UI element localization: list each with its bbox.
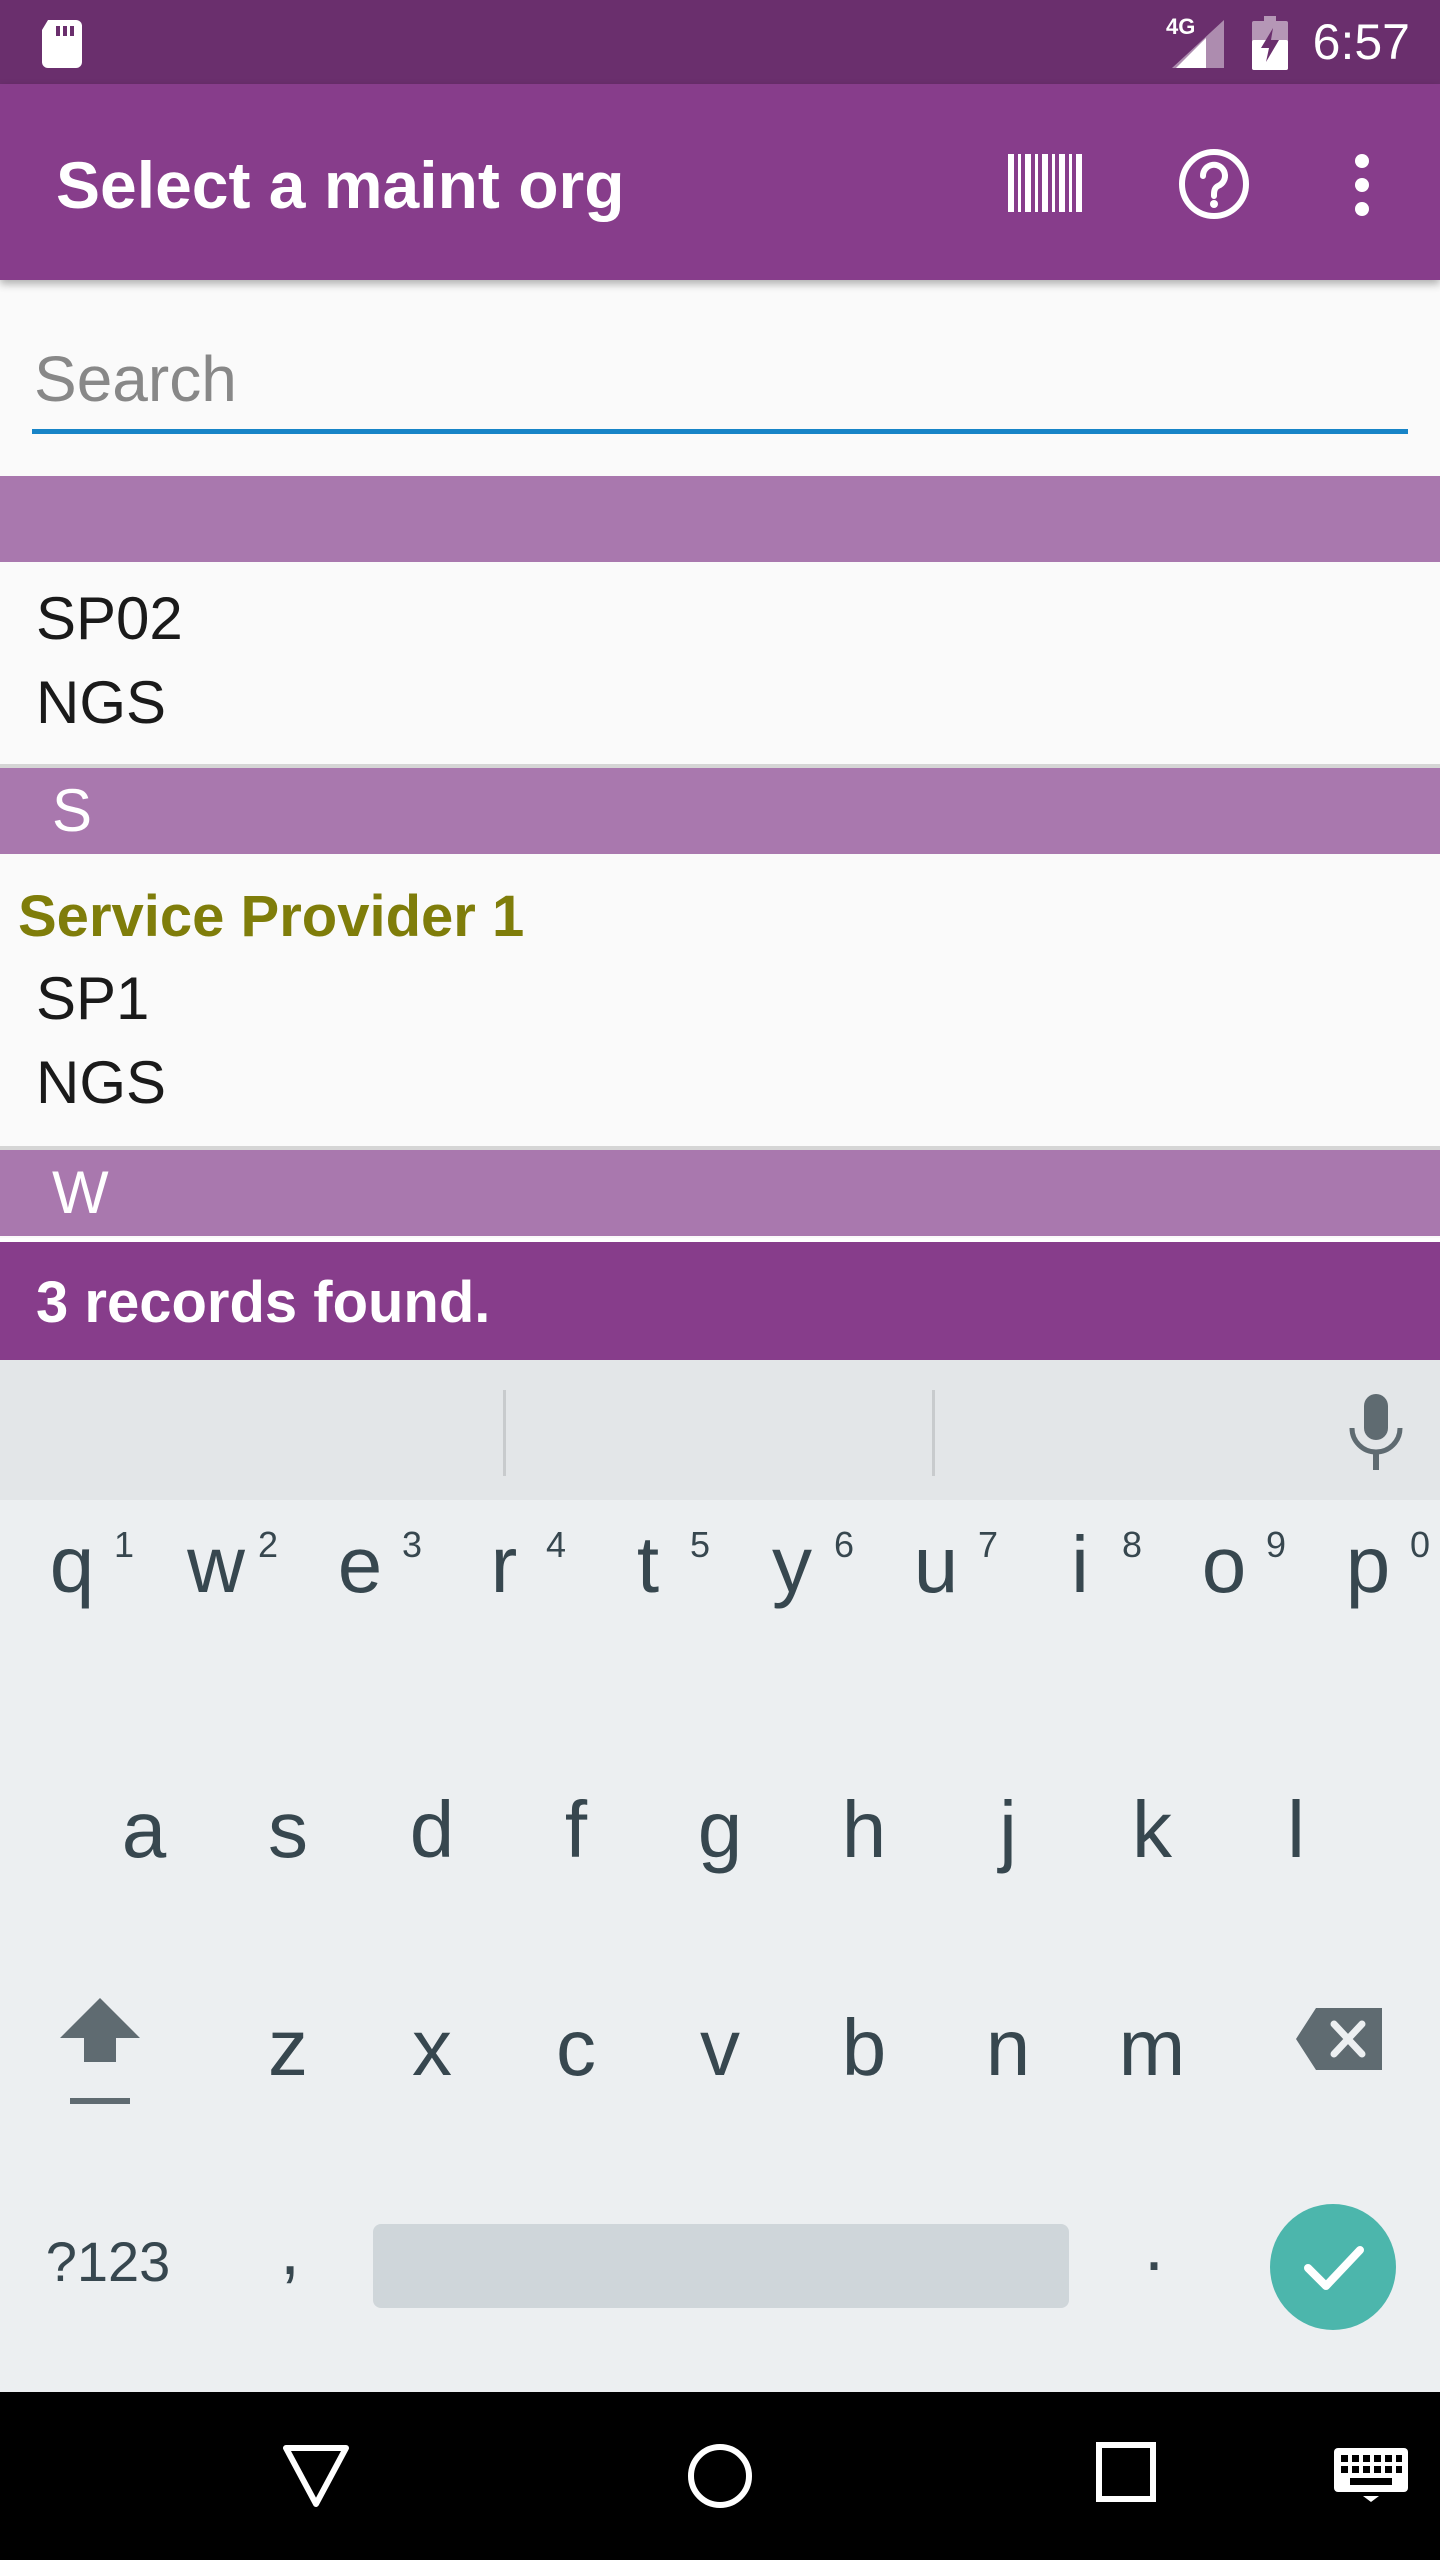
- suggestion-divider: [503, 1390, 506, 1476]
- navigation-bar: [0, 2392, 1440, 2560]
- item-title: Service Provider 1: [18, 884, 525, 949]
- clock: 6:57: [1312, 14, 1410, 70]
- key-c[interactable]: c: [504, 2000, 648, 2096]
- key-hint-5: 5: [690, 1524, 711, 1565]
- key-n[interactable]: n: [936, 2000, 1080, 2096]
- key-s[interactable]: s: [216, 1782, 360, 1878]
- section-header-s: S: [0, 768, 1440, 854]
- symbols-key[interactable]: ?123: [28, 2222, 188, 2302]
- key-hint-2: 2: [258, 1524, 279, 1565]
- key-hint-3: 3: [402, 1524, 423, 1565]
- back-icon[interactable]: [282, 2444, 350, 2508]
- item-plant: NGS: [36, 669, 167, 736]
- enter-key[interactable]: [1270, 2204, 1396, 2330]
- more-vert-icon[interactable]: [1340, 152, 1384, 218]
- key-hint-9: 9: [1266, 1524, 1287, 1565]
- key-hint-4: 4: [546, 1524, 567, 1565]
- item-code: SP02: [36, 585, 183, 652]
- key-a[interactable]: a: [72, 1782, 216, 1878]
- key-z[interactable]: z: [216, 2000, 360, 2096]
- home-icon[interactable]: [686, 2442, 754, 2510]
- item-plant: NGS: [36, 1049, 167, 1116]
- shift-icon[interactable]: [56, 1998, 144, 2108]
- key-hint-0: 0: [1410, 1524, 1431, 1565]
- key-hint-1: 1: [114, 1524, 135, 1565]
- mic-icon[interactable]: [1346, 1394, 1406, 1474]
- records-count-bar: 3 records found.: [0, 1238, 1440, 1360]
- keyboard-switch-icon[interactable]: [1334, 2448, 1408, 2502]
- key-hint-7: 7: [978, 1524, 999, 1565]
- help-icon[interactable]: [1178, 148, 1250, 220]
- space-key[interactable]: [373, 2224, 1069, 2308]
- key-k[interactable]: k: [1080, 1782, 1224, 1878]
- key-b[interactable]: b: [792, 2000, 936, 2096]
- suggestion-strip: [0, 1360, 1440, 1500]
- list-item-sp02[interactable]: SP02 NGS: [0, 562, 1440, 768]
- check-icon: [1304, 2246, 1364, 2290]
- key-j[interactable]: j: [936, 1782, 1080, 1878]
- page-title: Select a maint org: [56, 148, 625, 222]
- key-x[interactable]: x: [360, 2000, 504, 2096]
- key-f[interactable]: f: [504, 1782, 648, 1878]
- key-v[interactable]: v: [648, 2000, 792, 2096]
- section-header-blank: [0, 476, 1440, 562]
- period-key[interactable]: .: [1104, 2198, 1204, 2294]
- search-input[interactable]: [32, 338, 1408, 434]
- item-code: SP1: [36, 965, 150, 1032]
- key-d[interactable]: d: [360, 1782, 504, 1878]
- app-bar: Select a maint org: [0, 84, 1440, 280]
- barcode-icon[interactable]: [1008, 154, 1084, 212]
- status-bar: 4G 6:57: [0, 0, 1440, 84]
- suggestion-divider: [932, 1390, 935, 1476]
- sd-card-icon: [42, 20, 82, 68]
- search-area: [0, 280, 1440, 476]
- comma-key[interactable]: ,: [240, 2202, 340, 2298]
- key-g[interactable]: g: [648, 1782, 792, 1878]
- backspace-icon[interactable]: [1296, 2008, 1382, 2070]
- list-item-sp1[interactable]: Service Provider 1 SP1 NGS: [0, 854, 1440, 1150]
- battery-charging-icon: [1252, 16, 1288, 70]
- signal-icon: [1172, 20, 1224, 68]
- recents-icon[interactable]: [1096, 2442, 1156, 2502]
- soft-keyboard: ?123 , . q1w2e3r4t5y6u7i8o9p0asdfghjklzx…: [0, 1360, 1440, 2392]
- key-l[interactable]: l: [1224, 1782, 1368, 1878]
- key-h[interactable]: h: [792, 1782, 936, 1878]
- section-header-w: W: [0, 1150, 1440, 1236]
- key-hint-6: 6: [834, 1524, 855, 1565]
- key-m[interactable]: m: [1080, 2000, 1224, 2096]
- key-hint-8: 8: [1122, 1524, 1143, 1565]
